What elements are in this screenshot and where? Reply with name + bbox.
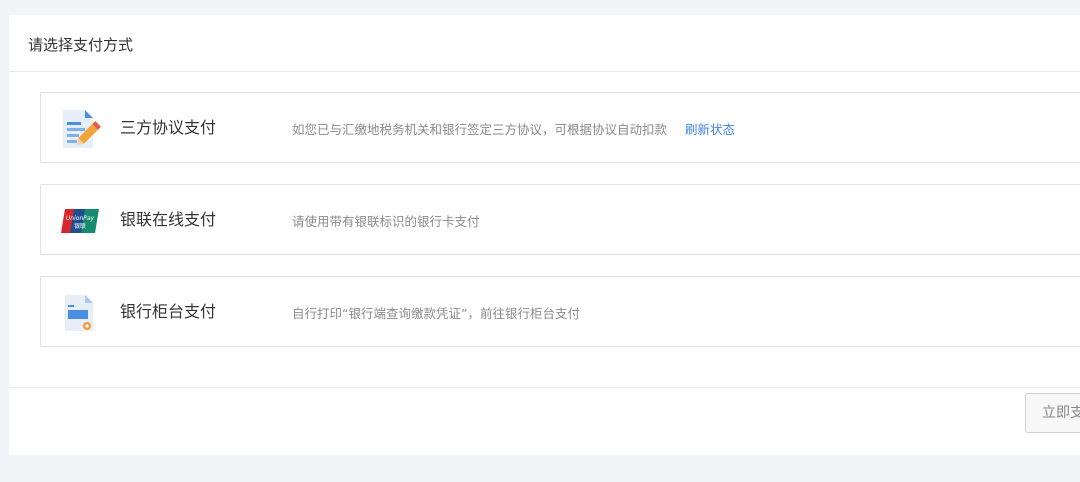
payment-option-bank-counter[interactable]: 银行柜台支付 自行打印“银行端查询缴款凭证”，前往银行柜台支付 [40,276,1080,347]
bank-counter-document-icon [59,293,101,333]
pay-now-button[interactable]: 立即支付 [1025,393,1080,433]
unionpay-card-icon: UnionPay 银联 [59,201,101,241]
panel-title: 请选择支付方式 [28,36,134,54]
card-logo-cn: 银联 [74,222,86,230]
option-description: 请使用带有银联标识的银行卡支付 [292,214,480,229]
card-logo-text: UnionPay [66,215,95,222]
agreement-document-icon [59,109,101,149]
payment-option-unionpay[interactable]: UnionPay 银联 银联在线支付 请使用带有银联标识的银行卡支付 [40,184,1080,255]
option-description: 自行打印“银行端查询缴款凭证”，前往银行柜台支付 [292,306,580,321]
payment-panel: 请选择支付方式 三方协议支付 如您已与汇缴地税务机关和银行签定三方协议，可根据协… [9,15,1080,455]
option-name: 银联在线支付 [120,210,217,229]
title-divider [9,71,1080,72]
option-name: 银行柜台支付 [120,302,217,321]
option-name: 三方协议支付 [120,118,217,137]
footer-divider [9,387,1080,388]
option-description: 如您已与汇缴地税务机关和银行签定三方协议，可根据协议自动扣款 刷新状态 [292,122,736,137]
payment-option-agreement[interactable]: 三方协议支付 如您已与汇缴地税务机关和银行签定三方协议，可根据协议自动扣款 刷新状… [40,92,1080,163]
refresh-status-link[interactable]: 刷新状态 [685,122,735,137]
